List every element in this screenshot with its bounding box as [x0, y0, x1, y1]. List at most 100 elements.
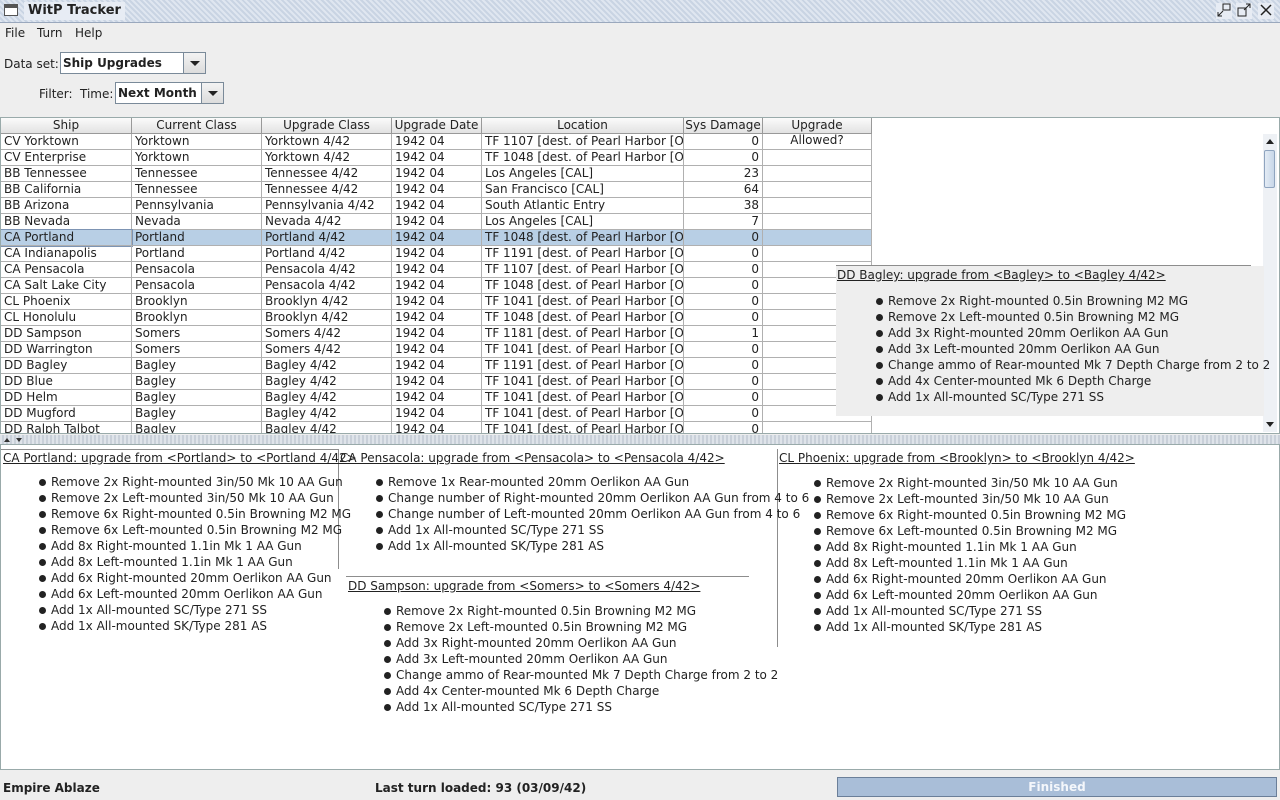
column-header[interactable]: Upgrade Class — [262, 118, 392, 134]
table-cell: Bagley — [132, 406, 262, 422]
list-item: Remove 2x Right-mounted 3in/50 Mk 10 AA … — [37, 474, 351, 490]
table-cell: DD Helm — [1, 390, 132, 406]
table-cell: 64 — [684, 182, 763, 198]
dataset-value: Ship Upgrades — [63, 56, 162, 70]
list-item: Remove 2x Right-mounted 3in/50 Mk 10 AA … — [812, 475, 1126, 491]
scroll-thumb[interactable] — [1264, 150, 1275, 188]
table-cell: CV Yorktown — [1, 134, 132, 150]
table-cell: 1942 04 — [392, 150, 482, 166]
table-cell: TF 1048 [dest. of Pearl Harbor [Oa... — [482, 310, 684, 326]
table-row[interactable]: DD Sampson Somers Somers 4/42 1942 04 TF 118… — [1, 326, 872, 342]
list-item: Add 1x All-mounted SC/Type 271 SS — [874, 389, 1270, 405]
table-cell: TF 1041 [dest. of Pearl Harbor [Oa... — [482, 390, 684, 406]
table-cell: DD Ralph Talbot — [1, 422, 132, 433]
app-window-icon[interactable] — [4, 4, 18, 16]
menu-turn[interactable]: Turn — [37, 26, 62, 40]
chevron-down-icon[interactable] — [183, 53, 205, 73]
table-cell: Yorktown 4/42 — [262, 134, 392, 150]
column-header[interactable]: Upgrade Date — [392, 118, 482, 134]
splitter-arrows-icon[interactable] — [3, 436, 25, 444]
table-cell: Somers 4/42 — [262, 326, 392, 342]
table-cell: Bagley 4/42 — [262, 406, 392, 422]
table-row[interactable]: DD Blue Bagley Bagley 4/42 1942 04 TF 1041 [… — [1, 374, 872, 390]
time-select[interactable]: Next Month — [115, 82, 224, 104]
table-cell: Nevada 4/42 — [262, 214, 392, 230]
restore-icon[interactable] — [1216, 3, 1232, 19]
list-item: Remove 2x Left-mounted 3in/50 Mk 10 AA G… — [812, 491, 1126, 507]
table-cell: BB California — [1, 182, 132, 198]
table-cell: 1942 04 — [392, 310, 482, 326]
table-cell: Portland 4/42 — [262, 246, 392, 262]
list-item: Add 1x All-mounted SK/Type 281 AS — [812, 619, 1126, 635]
table-cell: TF 1048 [dest. of Pearl Harbor [Oa... — [482, 150, 684, 166]
table-cell: TF 1107 [dest. of Pearl Harbor [Oa... — [482, 262, 684, 278]
list-item: Remove 6x Left-mounted 0.5in Browning M2… — [812, 523, 1126, 539]
table-cell: Brooklyn — [132, 294, 262, 310]
table-row[interactable]: CA Indianapolis Portland Portland 4/42 1942… — [1, 246, 872, 262]
column-header[interactable]: Upgrade Allowed? — [763, 118, 872, 147]
list-item: Add 1x All-mounted SC/Type 271 SS — [812, 603, 1126, 619]
table-cell — [763, 246, 872, 262]
table-cell — [763, 230, 872, 246]
table-row[interactable]: DD Ralph Talbot Bagley Bagley 4/42 1942 04 T… — [1, 422, 872, 433]
table-row[interactable]: BB Tennessee Tennessee Tennessee 4/42 1942 … — [1, 166, 872, 182]
list-item: Add 8x Left-mounted 1.1in Mk 1 AA Gun — [37, 554, 351, 570]
table-cell: 7 — [684, 214, 763, 230]
table-cell: 1942 04 — [392, 390, 482, 406]
table-cell: Pennsylvania — [132, 198, 262, 214]
table-row[interactable]: DD Bagley Bagley Bagley 4/42 1942 04 TF 1191… — [1, 358, 872, 374]
table-row[interactable]: CA Pensacola Pensacola Pensacola 4/42 1942 … — [1, 262, 872, 278]
table-cell: CV Enterprise — [1, 150, 132, 166]
column-header[interactable]: Current Class — [132, 118, 262, 134]
table-row[interactable]: BB California Tennessee Tennessee 4/42 1942… — [1, 182, 872, 198]
table-cell: DD Blue — [1, 374, 132, 390]
table-cell: 0 — [684, 150, 763, 166]
list-item: Add 3x Left-mounted 20mm Oerlikon AA Gun — [382, 651, 778, 667]
table-cell: 1942 04 — [392, 246, 482, 262]
list-item: Add 1x All-mounted SK/Type 281 AS — [37, 618, 351, 634]
list-item: Change ammo of Rear-mounted Mk 7 Depth C… — [382, 667, 778, 683]
table-cell — [763, 214, 872, 230]
table-cell: 1942 04 — [392, 262, 482, 278]
table-row[interactable]: CV Enterprise Yorktown Yorktown 4/42 1942 0… — [1, 150, 872, 166]
table-row[interactable]: BB Arizona Pennsylvania Pennsylvania 4/42 1… — [1, 198, 872, 214]
table-row[interactable]: DD Mugford Bagley Bagley 4/42 1942 04 TF 104… — [1, 406, 872, 422]
table-cell: TF 1041 [dest. of Pearl Harbor [Oa... — [482, 294, 684, 310]
table-cell: 0 — [684, 374, 763, 390]
table-cell: 0 — [684, 422, 763, 433]
table-row[interactable]: BB Nevada Nevada Nevada 4/42 1942 04 Los Ang… — [1, 214, 872, 230]
column-header[interactable]: Location — [482, 118, 684, 134]
table-row[interactable]: DD Helm Bagley Bagley 4/42 1942 04 TF 1041 [… — [1, 390, 872, 406]
table-row[interactable]: CL Honolulu Brooklyn Brooklyn 4/42 1942 04 T… — [1, 310, 872, 326]
table-cell: Bagley — [132, 422, 262, 433]
scroll-up-icon[interactable] — [1263, 134, 1277, 148]
table-cell: 1942 04 — [392, 166, 482, 182]
table-cell — [763, 166, 872, 182]
menu-file[interactable]: File — [5, 26, 25, 40]
column-header[interactable]: Sys Damage — [684, 118, 763, 134]
table-row[interactable]: CV Yorktown Yorktown Yorktown 4/42 1942 04 T… — [1, 134, 872, 150]
table-row[interactable]: CA Portland Portland Portland 4/42 1942 04 T… — [1, 229, 872, 247]
divider — [1, 449, 338, 450]
split-pane-divider[interactable] — [0, 435, 1280, 444]
detail-list: Remove 2x Right-mounted 0.5in Browning M… — [382, 603, 778, 715]
table-cell: South Atlantic Entry — [482, 198, 684, 214]
table-row[interactable]: CA Salt Lake City Pensacola Pensacola 4/42… — [1, 278, 872, 294]
close-icon[interactable] — [1258, 3, 1274, 19]
table-cell: 0 — [684, 390, 763, 406]
table-cell: 1942 04 — [392, 182, 482, 198]
dataset-select[interactable]: Ship Upgrades — [60, 52, 206, 74]
maximize-icon[interactable] — [1236, 3, 1252, 19]
table-cell: 1942 04 — [392, 278, 482, 294]
chevron-down-icon[interactable] — [201, 83, 223, 103]
table-cell: CL Honolulu — [1, 310, 132, 326]
table-cell: Bagley 4/42 — [262, 390, 392, 406]
table-row[interactable]: DD Warrington Somers Somers 4/42 1942 04 TF … — [1, 342, 872, 358]
table-cell: TF 1181 [dest. of Pearl Harbor [Oa... — [482, 326, 684, 342]
scenario-name: Empire Ablaze — [3, 781, 100, 795]
column-header[interactable]: Ship — [1, 118, 132, 134]
menu-help[interactable]: Help — [75, 26, 102, 40]
table-cell: Nevada — [132, 214, 262, 230]
table-row[interactable]: CL Phoenix Brooklyn Brooklyn 4/42 1942 04 TF… — [1, 294, 872, 310]
scroll-down-icon[interactable] — [1263, 418, 1277, 432]
